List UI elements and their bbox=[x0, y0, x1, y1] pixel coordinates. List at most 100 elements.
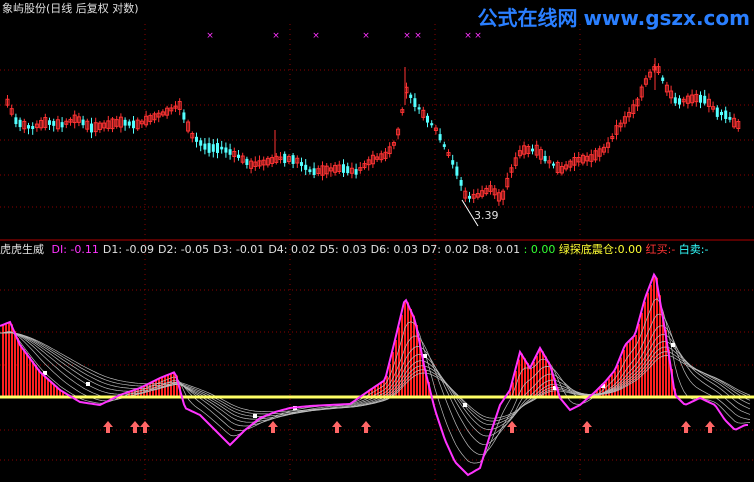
candle-body bbox=[60, 122, 64, 128]
chart-canvas[interactable]: × × × × × × × × bbox=[0, 0, 754, 482]
candle-body bbox=[199, 140, 203, 146]
candlestick-series bbox=[5, 58, 741, 227]
histogram-bar bbox=[377, 385, 379, 397]
watermark-url: www.gszx.com bbox=[583, 6, 750, 30]
candle-body bbox=[673, 97, 677, 104]
candle-body bbox=[312, 168, 316, 176]
candle-body bbox=[417, 107, 421, 110]
candle-body bbox=[211, 144, 215, 152]
indicator-values: DI: -0.11 D1: -0.09 D2: -0.05 D3: -0.01 D4: … bbox=[48, 243, 521, 256]
candle-body bbox=[81, 119, 85, 126]
candle-body bbox=[195, 136, 198, 142]
histogram-bar bbox=[17, 338, 19, 397]
buy-arrow bbox=[681, 421, 691, 433]
histogram-bar bbox=[5, 324, 7, 397]
indicator-value-6: D6: 0.03 bbox=[370, 243, 418, 256]
x-marker: × bbox=[312, 31, 320, 41]
candle-body bbox=[543, 156, 547, 162]
candle-body bbox=[354, 169, 358, 175]
buy-arrow bbox=[361, 421, 371, 433]
buy-arrow bbox=[332, 421, 342, 433]
candle-body bbox=[531, 148, 534, 152]
x-marker: × bbox=[272, 31, 280, 41]
histogram-bar bbox=[14, 331, 16, 397]
indicator-value-5: D5: 0.03 bbox=[319, 243, 367, 256]
candle-body bbox=[27, 125, 30, 129]
x-marker: × bbox=[206, 31, 214, 41]
x-marker: × bbox=[474, 31, 482, 41]
candle-body bbox=[132, 120, 135, 129]
candle-body bbox=[245, 158, 249, 165]
histogram-bar bbox=[524, 358, 526, 397]
candle-body bbox=[228, 149, 232, 155]
d-line bbox=[0, 332, 751, 430]
histogram-bar bbox=[32, 361, 34, 397]
histogram-bar bbox=[536, 356, 538, 397]
histogram-bar bbox=[626, 344, 628, 397]
candle-body bbox=[342, 164, 345, 173]
histogram-bar bbox=[41, 372, 43, 397]
x-marker: × bbox=[414, 31, 422, 41]
candle-body bbox=[678, 98, 681, 105]
sell-dot bbox=[463, 403, 467, 407]
indicator-value-3: D3: -0.01 bbox=[213, 243, 265, 256]
signal-value: 0.00 bbox=[617, 243, 643, 256]
candle-body bbox=[720, 111, 723, 116]
candle-body bbox=[304, 164, 308, 170]
d-line bbox=[0, 332, 751, 422]
indicator-value-8: D8: 0.01 bbox=[473, 243, 521, 256]
candle-body bbox=[224, 147, 228, 153]
histogram-bar bbox=[605, 382, 607, 397]
histogram-bar bbox=[608, 378, 610, 397]
candle-body bbox=[90, 123, 93, 133]
candle-body bbox=[413, 98, 417, 107]
histogram-bar bbox=[29, 357, 31, 397]
buy-arrow bbox=[103, 421, 113, 433]
candle-body bbox=[661, 77, 665, 81]
histogram-bar bbox=[629, 341, 631, 397]
candle-body bbox=[207, 143, 211, 153]
candle-body bbox=[430, 123, 434, 126]
candle-body bbox=[283, 153, 287, 164]
buy-arrow bbox=[507, 421, 517, 433]
histogram-bar bbox=[8, 322, 10, 397]
sell-value: - bbox=[704, 243, 709, 256]
buy-arrow bbox=[268, 421, 278, 433]
candle-body bbox=[123, 119, 127, 126]
stock-chart-window: × × × × × × × × 象屿股份(日线 后复权 对数) 公式在线网 www.gszx.c… bbox=[0, 0, 754, 482]
chart-title: 象屿股份(日线 后复权 对数) bbox=[2, 2, 139, 15]
d-line bbox=[0, 332, 751, 419]
candle-body bbox=[300, 162, 303, 166]
candle-body bbox=[459, 180, 463, 186]
candle-body bbox=[291, 155, 295, 164]
buy-label: 红买: bbox=[645, 243, 672, 256]
sell-dot bbox=[86, 382, 90, 386]
buy-arrow bbox=[705, 421, 715, 433]
indicator-name[interactable]: 虎虎生威 bbox=[0, 243, 44, 256]
candle-body bbox=[728, 117, 732, 120]
histogram-bar bbox=[20, 345, 22, 397]
histogram-bar bbox=[530, 368, 532, 397]
sell-dot bbox=[423, 354, 427, 358]
candle-body bbox=[14, 117, 18, 125]
histogram-bar bbox=[407, 302, 409, 397]
histogram-bar bbox=[38, 369, 40, 397]
signal-markers: × × × × × × × × bbox=[206, 31, 482, 41]
candle-body bbox=[220, 146, 224, 150]
indicator-legend: 虎虎生威 DI: -0.11 D1: -0.09 D2: -0.05 D3: -0.0… bbox=[0, 243, 709, 257]
d-line bbox=[0, 313, 751, 456]
candle-body bbox=[48, 120, 51, 125]
buy-value: - bbox=[671, 243, 676, 256]
watermark: 公式在线网 www.gszx.com bbox=[477, 6, 750, 30]
x-marker: × bbox=[362, 31, 370, 41]
candle-body bbox=[703, 95, 707, 104]
candle-body bbox=[451, 160, 455, 165]
candle-body bbox=[409, 94, 413, 98]
histogram-bar bbox=[35, 365, 37, 397]
candle-body bbox=[426, 115, 429, 123]
candle-body bbox=[237, 154, 240, 158]
candle-body bbox=[455, 166, 459, 176]
candle-body bbox=[552, 163, 555, 166]
candle-body bbox=[127, 121, 131, 126]
indicator-value-2: D2: -0.05 bbox=[158, 243, 210, 256]
